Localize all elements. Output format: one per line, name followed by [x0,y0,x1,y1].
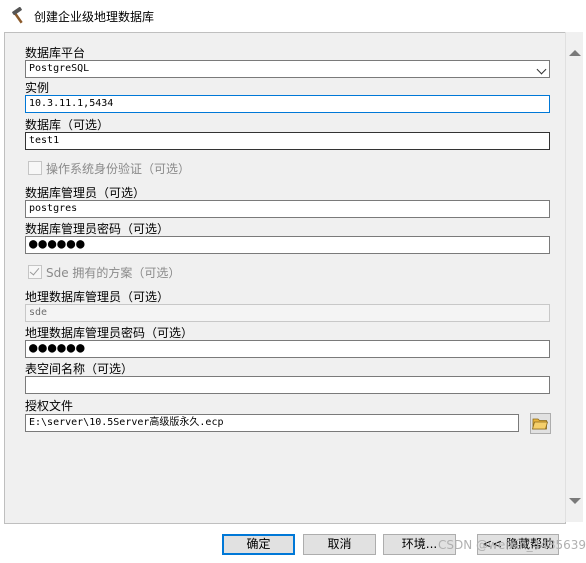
auth-file-input[interactable]: E:\server\10.5Server高级版永久.ecp [25,414,519,432]
checkbox-checked-icon[interactable] [28,265,42,279]
db-admin-password-label: 数据库管理员密码（可选） [25,222,170,236]
window-title: 创建企业级地理数据库 [34,10,155,24]
cancel-button[interactable]: 取消 [303,534,376,555]
hammer-icon [12,7,23,24]
chevron-down-icon[interactable] [536,64,547,75]
title-bar: 创建企业级地理数据库 [0,0,586,32]
gdb-admin-label: 地理数据库管理员（可选） [25,290,170,304]
instance-input[interactable]: 10.3.11.1,5434 [25,95,550,113]
os-auth-checkbox[interactable]: 操作系统身份验证（可选） [28,160,190,177]
db-admin-label: 数据库管理员（可选） [25,186,146,200]
scroll-down-icon[interactable] [569,498,581,504]
gdb-admin-password-input[interactable]: ●●●●●● [25,340,550,358]
db-admin-input[interactable]: postgres [25,200,550,218]
vertical-scrollbar[interactable] [565,32,583,522]
gdb-admin-password-label: 地理数据库管理员密码（可选） [25,326,194,340]
platform-label: 数据库平台 [25,46,86,60]
database-label: 数据库（可选） [25,118,110,132]
platform-value: PostgreSQL [29,63,90,74]
sde-schema-checkbox[interactable]: Sde 拥有的方案（可选） [28,264,180,281]
database-input[interactable]: test1 [25,132,550,150]
ok-button[interactable]: 确定 [222,534,295,555]
auth-file-label: 授权文件 [25,399,74,413]
instance-label: 实例 [25,81,50,95]
tablespace-label: 表空间名称（可选） [25,362,134,376]
browse-button[interactable] [530,413,551,434]
watermark: CSDN @weixin_44856391 [438,538,586,552]
scroll-up-icon[interactable] [569,50,581,56]
sde-schema-label: Sde 拥有的方案（可选） [46,266,181,280]
platform-select[interactable]: PostgreSQL [25,60,550,78]
os-auth-label: 操作系统身份验证（可选） [46,162,191,176]
gdb-admin-input[interactable]: sde [25,304,550,322]
tablespace-input[interactable] [25,376,550,394]
checkbox-unchecked-icon[interactable] [28,161,42,175]
folder-open-icon [531,418,549,430]
db-admin-password-input[interactable]: ●●●●●● [25,236,550,254]
